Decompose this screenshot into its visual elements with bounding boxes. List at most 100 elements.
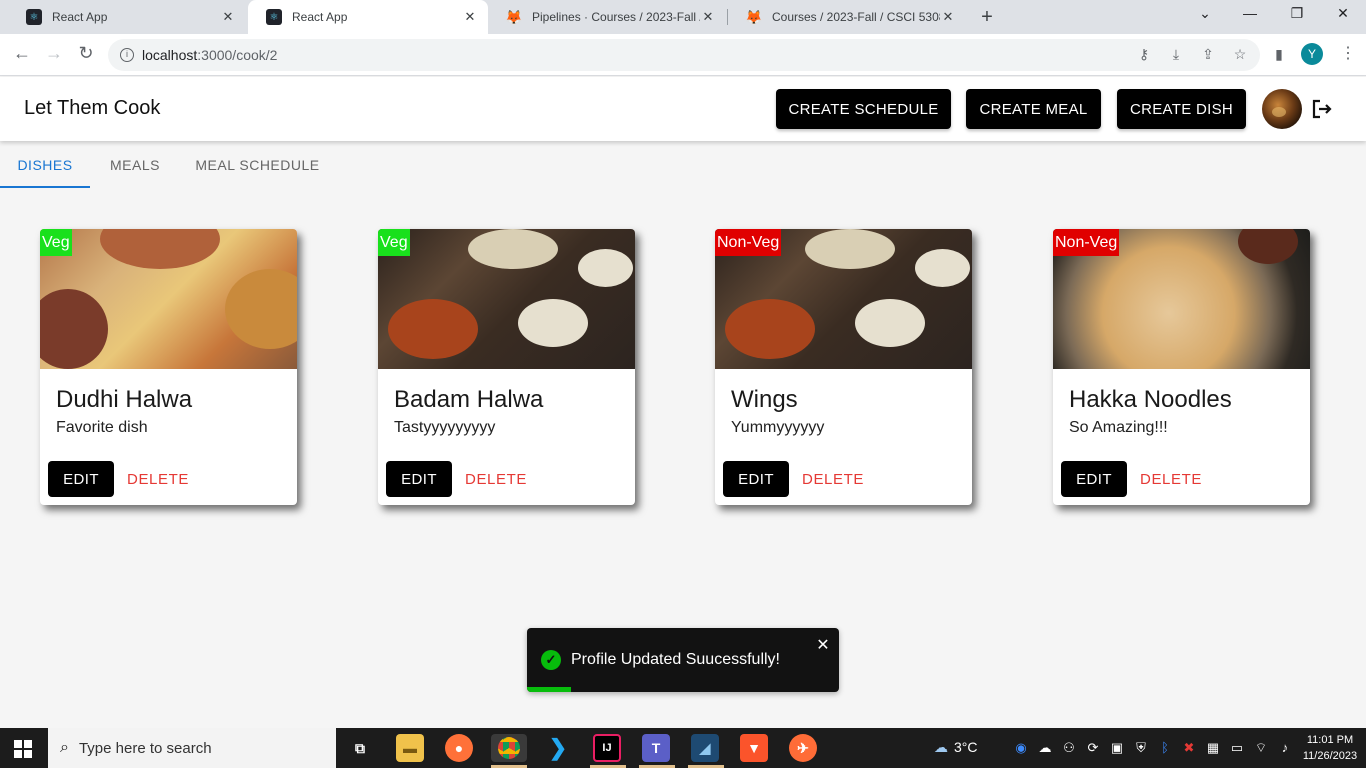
create-meal-button[interactable]: CREATE MEAL [966,89,1101,129]
react-icon: ⚛ [266,9,282,25]
close-tab-icon[interactable]: ✕ [220,9,236,25]
system-clock[interactable]: 11:01 PM 11/26/2023 [1298,732,1362,764]
tab-meals[interactable]: MEALS [90,142,180,188]
app-brand: Let Them Cook [24,97,161,119]
browser-toolbar: ← → ↻ i localhost:3000/cook/2 ⚷ ⤓ ⇪ ☆ ▮ … [0,34,1366,76]
task-view-icon[interactable]: ⧉ [346,734,374,762]
share-icon[interactable]: ⇪ [1199,46,1217,63]
dish-description: So Amazing!!! [1069,419,1168,436]
logout-icon[interactable] [1310,97,1334,121]
teams-icon[interactable]: T [642,734,670,762]
reload-icon[interactable]: ↻ [74,43,98,64]
dish-card: Veg Badam Halwa Tastyyyyyyyyy EDIT DELET… [378,229,635,505]
tab-dishes[interactable]: DISHES [0,142,90,188]
dish-description: Yummyyyyyy [731,419,825,436]
tab-search-chevron-icon[interactable]: ⌄ [1193,5,1217,22]
dish-description: Tastyyyyyyyyy [394,419,496,436]
edit-button[interactable]: EDIT [723,461,789,497]
user-avatar[interactable] [1262,89,1302,129]
edit-button[interactable]: EDIT [1061,461,1127,497]
wifi-icon[interactable]: ⌔ [1252,740,1270,756]
browser-menu-icon[interactable]: ⋮ [1340,43,1356,63]
password-key-icon[interactable]: ⚷ [1135,46,1153,63]
tray-teams-icon[interactable]: ⚇ [1060,740,1078,756]
intellij-icon[interactable]: IJ [593,734,621,762]
edit-button[interactable]: EDIT [48,461,114,497]
gitlab-icon: 🦊 [745,8,763,25]
file-explorer-icon[interactable]: ▬ [396,734,424,762]
browser-tab-2-active[interactable]: ⚛ React App ✕ [248,0,488,34]
close-tab-icon[interactable]: ✕ [940,9,956,25]
new-tab-icon[interactable]: + [976,6,998,29]
dish-name: Dudhi Halwa [56,386,193,413]
minimize-icon[interactable]: — [1238,5,1262,21]
browser-tab-4[interactable]: 🦊 Courses / 2023-Fall / CSCI 5308 ✕ [728,0,966,34]
dish-image [40,229,297,369]
tray-device-icon[interactable]: ▦ [1204,740,1222,756]
mysql-workbench-icon[interactable]: ◢ [691,734,719,762]
vscode-icon[interactable]: ❯ [544,734,572,762]
dish-name: Hakka Noodles [1069,386,1232,413]
bookmark-star-icon[interactable]: ☆ [1231,46,1249,63]
address-bar[interactable]: i localhost:3000/cook/2 [108,39,1260,71]
tab-title: React App [52,10,108,24]
dish-description: Favorite dish [56,419,148,436]
search-icon: ⌕ [60,739,69,756]
volume-icon[interactable]: ♪ [1276,740,1294,755]
browser-tab-3[interactable]: 🦊 Pipelines · Courses / 2023-Fall / C ✕ [488,0,726,34]
forward-icon[interactable]: → [42,43,66,64]
non-veg-badge: Non-Veg [715,229,782,256]
chrome-icon[interactable] [491,734,527,762]
brave-icon[interactable]: ▼ [740,734,768,762]
edit-button[interactable]: EDIT [386,461,452,497]
dish-image [378,229,635,369]
tray-antivirus-icon[interactable]: ✖ [1180,740,1198,756]
postman-icon[interactable]: ✈ [789,734,817,762]
battery-icon[interactable]: ▭ [1228,740,1246,756]
delete-button[interactable]: DELETE [797,461,869,497]
tray-sync-icon[interactable]: ⟳ [1084,740,1102,756]
taskbar-search-placeholder: Type here to search [78,739,212,757]
dish-card: Non-Veg Wings Yummyyyyyy EDIT DELETE [715,229,972,505]
non-veg-badge: Non-Veg [1053,229,1120,256]
tray-security-icon[interactable]: ⛨ [1132,740,1150,756]
side-panel-icon[interactable]: ▮ [1270,46,1288,63]
install-app-icon[interactable]: ⤓ [1167,46,1185,63]
window-close-icon[interactable]: ✕ [1331,5,1355,22]
tray-screen-icon[interactable]: ▣ [1108,740,1126,756]
bluetooth-icon[interactable]: ᛒ [1156,740,1174,755]
veg-badge: Veg [40,229,72,256]
gitlab-icon: 🦊 [505,8,523,25]
tab-meal-schedule[interactable]: MEAL SCHEDULE [180,142,335,188]
success-toast: ✓ Profile Updated Suucessfully! ✕ [527,628,839,692]
create-dish-button[interactable]: CREATE DISH [1117,89,1246,129]
browser-tab-1[interactable]: ⚛ React App ✕ [8,0,246,34]
close-tab-icon[interactable]: ✕ [462,9,478,25]
delete-button[interactable]: DELETE [1135,461,1207,497]
app-header: Let Them Cook CREATE SCHEDULE CREATE MEA… [0,77,1366,141]
firefox-icon[interactable]: ● [445,734,473,762]
create-schedule-button[interactable]: CREATE SCHEDULE [776,89,951,129]
windows-taskbar: ⌕ Type here to search ⧉ ▬ ● ❯ IJ T ◢ ▼ ✈… [0,728,1366,768]
windows-start-icon[interactable] [14,740,32,758]
toast-close-icon[interactable]: ✕ [815,635,831,655]
tab-title: React App [292,10,348,24]
close-tab-icon[interactable]: ✕ [700,9,716,25]
toast-progress-bar [527,687,571,692]
tab-title: Pipelines · Courses / 2023-Fall / C [532,10,700,24]
browser-profile-avatar[interactable]: Y [1301,43,1323,65]
success-check-icon: ✓ [541,650,561,670]
url-text: localhost:3000/cook/2 [142,47,278,63]
weather-widget[interactable]: ☁ 3°C [934,739,978,756]
taskbar-search-box[interactable]: ⌕ Type here to search [48,728,336,768]
tray-cloud-icon[interactable]: ☁ [1036,740,1054,756]
site-info-icon[interactable]: i [120,48,134,62]
browser-tab-strip: ⚛ React App ✕ ⚛ React App ✕ 🦊 Pipelines … [0,0,1366,34]
delete-button[interactable]: DELETE [122,461,194,497]
restore-icon[interactable]: ❐ [1285,5,1309,22]
dish-name: Wings [731,386,798,413]
temperature: 3°C [954,739,978,755]
tray-app-icon[interactable]: ◉ [1012,740,1030,756]
delete-button[interactable]: DELETE [460,461,532,497]
back-icon[interactable]: ← [10,43,34,64]
